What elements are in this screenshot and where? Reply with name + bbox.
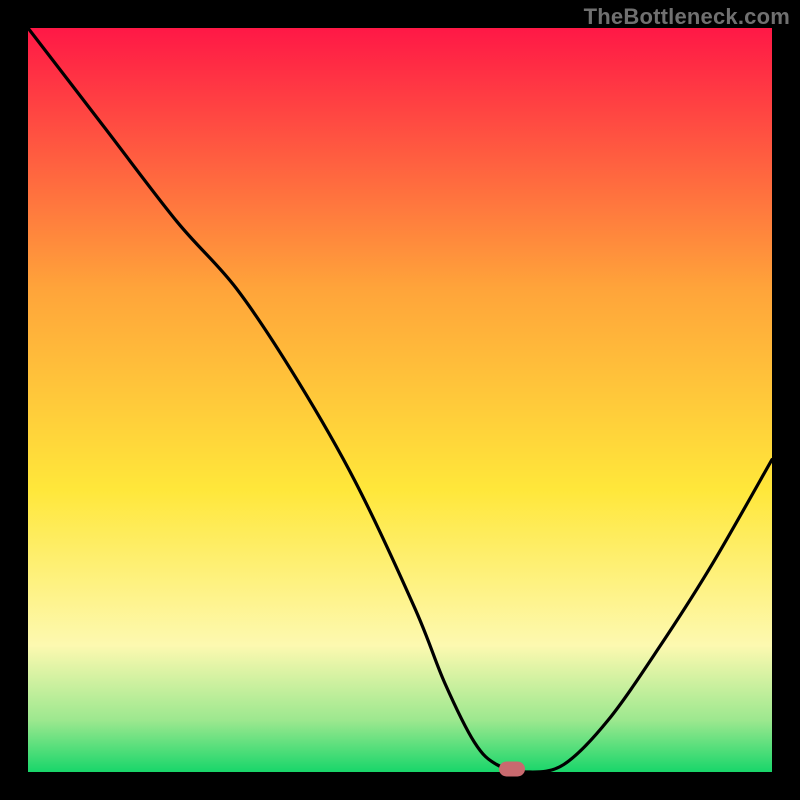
plot-area [28,28,772,772]
bottleneck-curve [28,28,772,772]
optimal-marker [499,762,525,777]
watermark-text: TheBottleneck.com [584,4,790,30]
chart-frame: TheBottleneck.com [0,0,800,800]
